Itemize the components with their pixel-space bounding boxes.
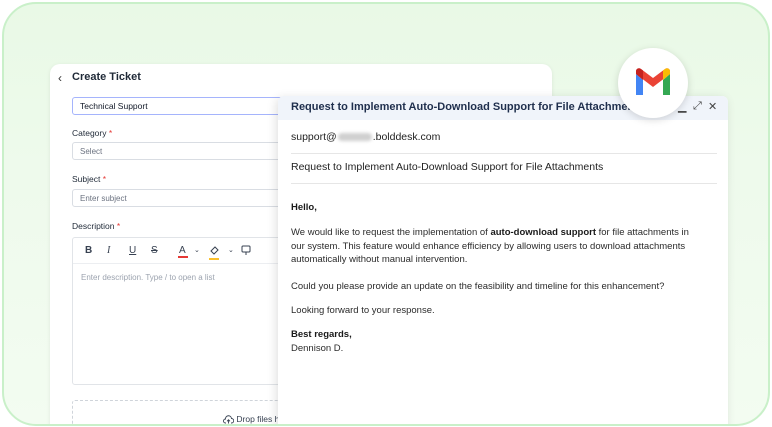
highlight-button[interactable]: [209, 245, 220, 260]
divider: [291, 183, 717, 184]
redacted-text: [337, 133, 372, 142]
gmail-logo-badge: [618, 48, 688, 118]
drop-files-label: Drop files h: [236, 414, 280, 424]
font-color-dropdown-icon[interactable]: ⌄: [194, 246, 200, 254]
background-frame: ‹ Create Ticket Technical Support Catego…: [2, 2, 770, 426]
email-header-subject: Request to Implement Auto-Download Suppo…: [291, 101, 645, 113]
strikethrough-button[interactable]: S: [151, 245, 158, 256]
email-greeting: Hello,: [291, 202, 317, 213]
cloud-upload-icon: [223, 415, 235, 424]
description-label: Description *: [72, 221, 121, 231]
underline-button[interactable]: U: [129, 245, 136, 256]
font-color-button[interactable]: A: [178, 245, 188, 258]
back-chevron-icon[interactable]: ‹: [58, 71, 62, 85]
highlight-dropdown-icon[interactable]: ⌄: [228, 246, 234, 254]
email-subject-field[interactable]: Request to Implement Auto-Download Suppo…: [291, 161, 603, 173]
recipient-address[interactable]: support@ .bolddesk.com: [291, 131, 440, 143]
expand-icon[interactable]: ⤢: [693, 100, 702, 113]
editor-placeholder: Enter description. Type / to open a list: [81, 273, 215, 282]
bold-button[interactable]: B: [85, 245, 92, 256]
highlight-icon: [210, 246, 219, 255]
email-compose-panel: Request to Implement Auto-Download Suppo…: [278, 96, 728, 424]
close-icon[interactable]: ✕: [708, 100, 717, 113]
page-title: Create Ticket: [72, 71, 141, 83]
gmail-icon: [636, 68, 670, 95]
format-painter-icon[interactable]: [241, 245, 252, 259]
email-paragraph-3: Looking forward to your response.: [291, 305, 435, 316]
subject-label: Subject *: [72, 174, 107, 184]
divider: [291, 153, 717, 154]
email-signoff: Best regards,: [291, 329, 352, 340]
email-paragraph-2: Could you please provide an update on th…: [291, 281, 665, 292]
category-label: Category *: [72, 128, 113, 138]
italic-button[interactable]: I: [107, 245, 110, 256]
email-paragraph-1: We would like to request the implementat…: [291, 227, 689, 266]
email-signature: Dennison D.: [291, 343, 344, 354]
